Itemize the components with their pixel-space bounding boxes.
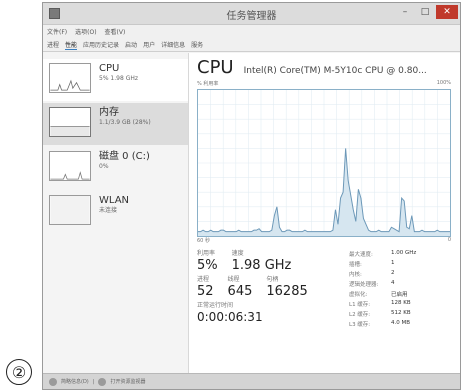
sidebar-item-label: 内存 (99, 107, 119, 118)
processes-label: 进程 (197, 276, 210, 283)
detail-key: L3 缓存: (349, 322, 371, 328)
figure-number-label: ② (6, 359, 32, 385)
sidebar-item-sublabel: 1.1/3.9 GB (28%) (99, 119, 151, 126)
window-controls: – □ ✕ (396, 5, 458, 19)
sidebar-item-cpu[interactable]: CPU 5% 1.98 GHz (43, 59, 188, 101)
sidebar-item-label: CPU (99, 63, 120, 74)
tab-performance[interactable]: 性能 (65, 40, 78, 50)
graph-time-label: 60 秒 (197, 238, 210, 244)
memory-thumbnail-graph (49, 107, 91, 137)
sidebar-item-label: 磁盘 0 (C:) (99, 151, 150, 162)
sidebar-item-memory[interactable]: 内存 1.1/3.9 GB (28%) (43, 103, 188, 145)
resource-sidebar: CPU 5% 1.98 GHz 内存 1.1/3.9 GB (28%) 磁盘 0… (43, 53, 189, 373)
tab-services[interactable]: 服务 (191, 40, 203, 49)
menu-bar: 文件(F) 选项(O) 查看(V) (43, 25, 460, 38)
disk-thumbnail-graph (49, 151, 91, 181)
detail-value: 2 (391, 270, 395, 276)
handles-value: 16285 (266, 284, 308, 299)
speed-value: 1.98 GHz (231, 258, 292, 273)
utilization-label: 利用率 (197, 250, 216, 257)
utilization-value: 5% (197, 258, 218, 273)
sidebar-item-label: WLAN (99, 195, 130, 206)
tab-users[interactable]: 用户 (143, 40, 155, 49)
detail-key: 逻辑处理器: (349, 282, 379, 288)
wlan-thumbnail-graph (49, 195, 91, 225)
cpu-detail-panel: CPU Intel(R) Core(TM) M-5Y10c CPU @ 0.80… (189, 53, 460, 373)
detail-key: L2 缓存: (349, 312, 371, 318)
menu-options[interactable]: 选项(O) (75, 27, 96, 36)
open-resource-monitor-link[interactable]: 打开资源监视器 (110, 378, 145, 385)
content-area: CPU 5% 1.98 GHz 内存 1.1/3.9 GB (28%) 磁盘 0… (43, 53, 460, 373)
detail-value: 4.0 MB (391, 320, 411, 326)
sidebar-item-sublabel: 5% 1.98 GHz (99, 75, 139, 82)
sidebar-item-disk[interactable]: 磁盘 0 (C:) 0% (43, 147, 188, 189)
stats-section: 利用率 5% 速度 1.98 GHz 进程 52 线程 645 句柄 16285… (197, 250, 452, 328)
graph-y-max: 100% (436, 80, 451, 86)
processes-value: 52 (197, 284, 214, 299)
cpu-thumbnail-graph (49, 63, 91, 93)
resource-monitor-icon[interactable] (98, 377, 107, 386)
uptime-value: 0:00:06:31 (197, 310, 263, 324)
tab-app-history[interactable]: 应用历史记录 (83, 40, 119, 49)
detail-value: 512 KB (391, 310, 411, 316)
detail-key: L1 缓存: (349, 302, 371, 308)
detail-key: 虚拟化: (349, 292, 368, 298)
tab-details[interactable]: 详细信息 (161, 40, 185, 49)
detail-key: 最大速度: (349, 252, 373, 258)
detail-key: 内核: (349, 272, 362, 278)
speed-label: 速度 (231, 250, 244, 257)
cpu-details-list: 最大速度: 1.00 GHz 插槽: 1 内核: 2 逻辑处理器: 4 虚拟化:… (349, 250, 431, 328)
detail-value: 4 (391, 280, 395, 286)
tab-startup[interactable]: 启动 (125, 40, 137, 49)
graph-y-min: 0 (447, 237, 451, 243)
minimize-button[interactable]: – (396, 5, 414, 19)
detail-key: 插槽: (349, 262, 362, 268)
threads-label: 线程 (227, 276, 240, 283)
menu-file[interactable]: 文件(F) (47, 27, 67, 36)
sidebar-item-sublabel: 未连接 (99, 207, 118, 214)
maximize-button[interactable]: □ (416, 5, 434, 19)
sidebar-item-sublabel: 0% (99, 163, 109, 170)
cpu-utilization-graph (197, 89, 451, 237)
threads-value: 645 (227, 284, 253, 299)
detail-value: 1.00 GHz (391, 250, 417, 256)
detail-value: 1 (391, 260, 395, 266)
graph-y-label: % 利用率 (197, 81, 219, 87)
detail-value: 已启用 (391, 292, 408, 298)
cpu-model-name: Intel(R) Core(TM) M-5Y10c CPU @ 0.80... (243, 66, 427, 76)
page-title: CPU (197, 57, 234, 78)
menu-view[interactable]: 查看(V) (105, 27, 126, 36)
divider: | (92, 378, 95, 385)
uptime-label: 正常运行时间 (197, 302, 234, 309)
status-bar: 简略信息(D) | 打开资源监视器 (43, 373, 460, 389)
detail-value: 128 KB (391, 300, 411, 306)
handles-label: 句柄 (266, 276, 279, 283)
tab-bar: 进程 性能 应用历史记录 启动 用户 详细信息 服务 (43, 38, 460, 52)
close-button[interactable]: ✕ (436, 5, 458, 19)
brief-view-link[interactable]: 简略信息(D) (61, 378, 89, 385)
task-manager-window: 任务管理器 – □ ✕ 文件(F) 选项(O) 查看(V) 进程 性能 应用历史… (42, 2, 461, 390)
tab-processes[interactable]: 进程 (47, 40, 59, 49)
title-bar[interactable]: 任务管理器 – □ ✕ (43, 3, 460, 25)
sidebar-item-wlan[interactable]: WLAN 未连接 (43, 191, 188, 233)
chevron-up-icon[interactable] (49, 377, 57, 386)
